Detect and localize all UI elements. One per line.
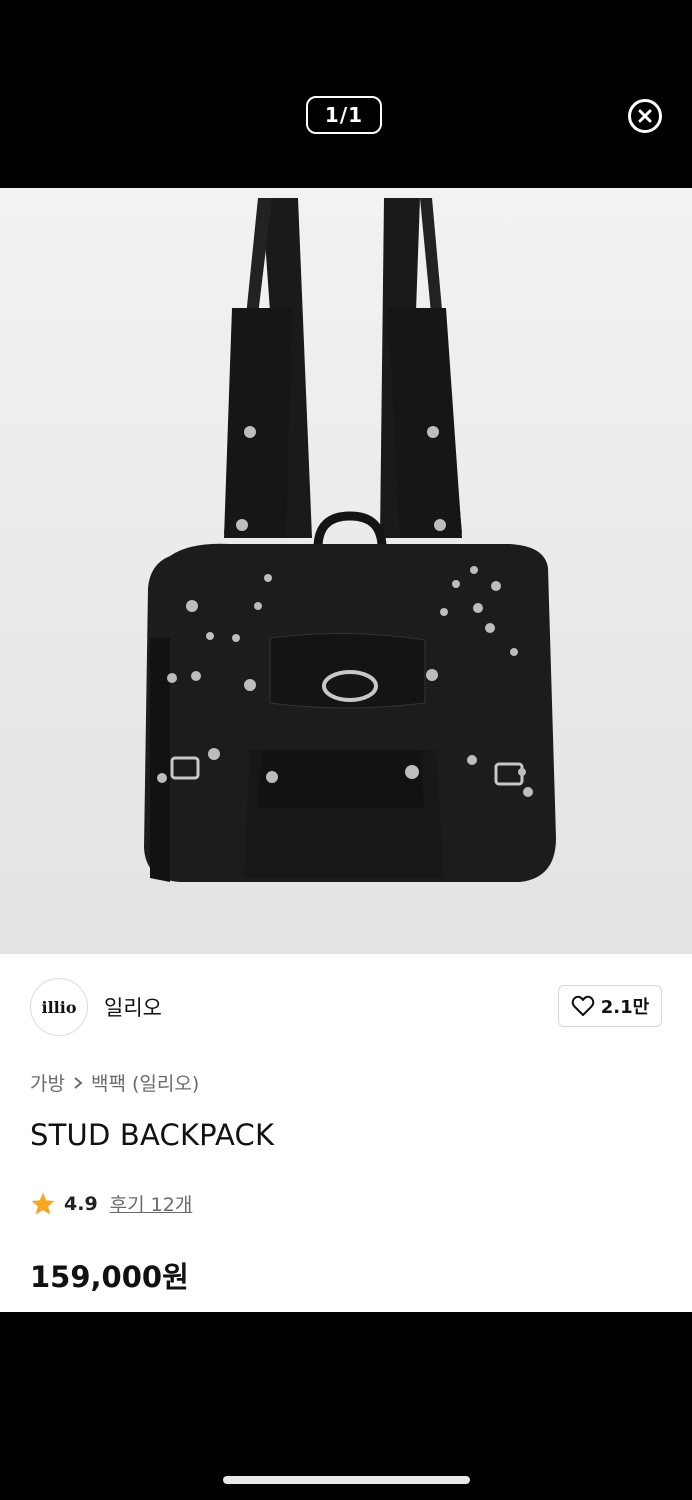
rating-score: 4.9 <box>64 1192 98 1215</box>
product-image[interactable] <box>0 188 692 954</box>
heart-icon <box>571 995 595 1016</box>
product-info-panel: illio 일리오 2.1만 가방 백팩 (일리오) STUD BACKPACK… <box>0 954 692 1312</box>
backpack-image <box>144 198 556 882</box>
close-button[interactable] <box>628 99 662 133</box>
viewer-top-bar: 1/1 <box>0 0 692 188</box>
product-price: 159,000원 <box>30 1260 189 1294</box>
close-icon <box>638 109 652 123</box>
brand-logo[interactable]: illio <box>30 978 88 1036</box>
image-counter: 1/1 <box>306 96 382 134</box>
breadcrumb-subcategory[interactable]: 백팩 (일리오) <box>91 1069 199 1096</box>
breadcrumb-category[interactable]: 가방 <box>30 1069 65 1096</box>
home-indicator[interactable] <box>223 1476 470 1484</box>
like-count: 2.1만 <box>600 997 650 1018</box>
breadcrumb: 가방 백팩 (일리오) <box>30 1069 199 1096</box>
star-icon <box>31 1192 55 1215</box>
chevron-right-icon <box>74 1076 83 1089</box>
reviews-link[interactable]: 후기 12개 <box>110 1190 193 1217</box>
like-button[interactable]: 2.1만 <box>558 985 662 1027</box>
brand-name[interactable]: 일리오 <box>104 992 162 1022</box>
rating-row: 4.9 후기 12개 <box>30 1190 192 1217</box>
product-title: STUD BACKPACK <box>30 1118 275 1152</box>
